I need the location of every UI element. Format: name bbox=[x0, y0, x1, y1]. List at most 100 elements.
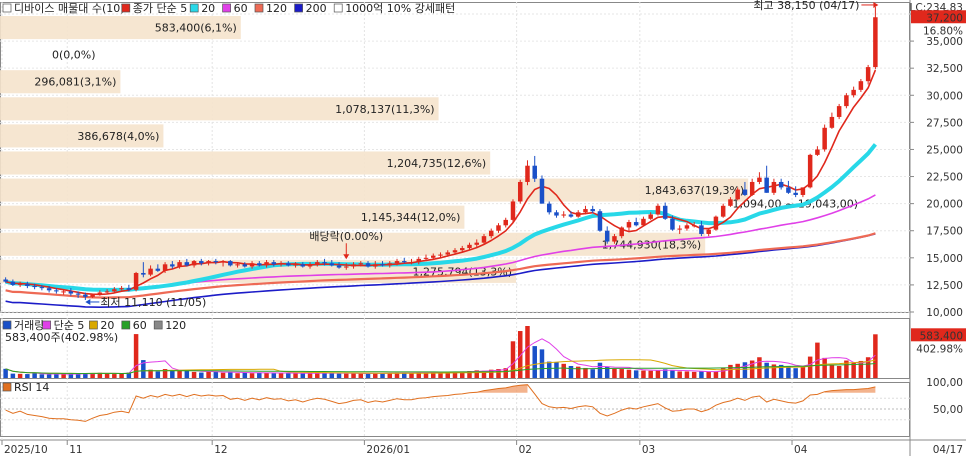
volume-bar[interactable] bbox=[75, 374, 81, 378]
price-legend-swatch[interactable] bbox=[254, 3, 264, 13]
candle-body[interactable] bbox=[807, 154, 813, 188]
candle-body[interactable] bbox=[3, 279, 8, 282]
candle-body[interactable] bbox=[249, 263, 255, 267]
candle-body[interactable] bbox=[510, 201, 516, 220]
candle-body[interactable] bbox=[191, 261, 197, 266]
candle-body[interactable] bbox=[786, 187, 791, 193]
volume-bar[interactable] bbox=[612, 368, 617, 378]
volume-bar[interactable] bbox=[713, 371, 719, 378]
volume-legend-swatch[interactable] bbox=[2, 320, 12, 330]
volume-bar[interactable] bbox=[670, 370, 675, 378]
volume-bar[interactable] bbox=[510, 341, 516, 378]
candle-body[interactable] bbox=[315, 262, 320, 265]
candle-body[interactable] bbox=[387, 263, 393, 266]
candle-body[interactable] bbox=[336, 265, 342, 268]
candle-body[interactable] bbox=[619, 227, 624, 237]
candle-body[interactable] bbox=[90, 294, 95, 297]
volume-bar[interactable] bbox=[112, 374, 117, 378]
candle-body[interactable] bbox=[257, 263, 262, 266]
candle-body[interactable] bbox=[546, 203, 552, 213]
candle-body[interactable] bbox=[749, 181, 755, 195]
price-legend-swatch[interactable] bbox=[121, 3, 131, 13]
volume-bar[interactable] bbox=[220, 372, 226, 378]
volume-bar[interactable] bbox=[728, 364, 733, 378]
candle-body[interactable] bbox=[670, 218, 675, 230]
volume-legend-swatch[interactable] bbox=[42, 320, 51, 330]
candle-body[interactable] bbox=[25, 283, 30, 286]
candle-body[interactable] bbox=[264, 262, 269, 266]
candle-body[interactable] bbox=[452, 250, 458, 253]
candle-body[interactable] bbox=[517, 181, 523, 202]
volume-bar[interactable] bbox=[764, 362, 769, 378]
candle-body[interactable] bbox=[648, 214, 653, 219]
candle-body[interactable] bbox=[75, 293, 81, 295]
volume-bar[interactable] bbox=[206, 371, 211, 378]
volume-bar[interactable] bbox=[590, 369, 595, 378]
candle-body[interactable] bbox=[431, 255, 436, 258]
candle-body[interactable] bbox=[184, 262, 190, 266]
candle-body[interactable] bbox=[162, 264, 168, 271]
volume-bar[interactable] bbox=[822, 357, 827, 378]
volume-bar[interactable] bbox=[3, 368, 8, 378]
candle-body[interactable] bbox=[554, 212, 559, 216]
volume-bar[interactable] bbox=[242, 372, 248, 378]
candle-body[interactable] bbox=[351, 264, 356, 267]
candle-body[interactable] bbox=[525, 165, 530, 182]
volume-bar[interactable] bbox=[641, 370, 646, 378]
volume-bar[interactable] bbox=[402, 372, 407, 378]
candle-body[interactable] bbox=[46, 288, 52, 291]
volume-bar[interactable] bbox=[170, 370, 175, 378]
candle-body[interactable] bbox=[561, 214, 566, 216]
candle-body[interactable] bbox=[141, 272, 146, 275]
price-legend-swatch[interactable] bbox=[189, 3, 199, 13]
candle-body[interactable] bbox=[829, 116, 835, 128]
volume-bar[interactable] bbox=[228, 372, 233, 378]
volume-bar[interactable] bbox=[307, 372, 313, 378]
volume-bar[interactable] bbox=[249, 373, 255, 378]
candle-body[interactable] bbox=[699, 225, 704, 234]
candle-body[interactable] bbox=[83, 294, 88, 297]
volume-bar[interactable] bbox=[17, 373, 23, 378]
volume-bar[interactable] bbox=[365, 373, 371, 378]
volume-legend-swatch[interactable] bbox=[89, 320, 98, 330]
candle-body[interactable] bbox=[771, 181, 777, 193]
candle-body[interactable] bbox=[271, 262, 277, 265]
candle-body[interactable] bbox=[394, 261, 400, 264]
volume-bar[interactable] bbox=[213, 371, 219, 378]
candle-body[interactable] bbox=[815, 149, 820, 155]
candle-body[interactable] bbox=[112, 289, 117, 292]
candle-body[interactable] bbox=[655, 205, 661, 215]
candle-body[interactable] bbox=[170, 264, 175, 267]
volume-bar[interactable] bbox=[25, 374, 30, 378]
candle-body[interactable] bbox=[503, 219, 508, 226]
volume-bar[interactable] bbox=[336, 373, 342, 378]
candle-body[interactable] bbox=[155, 268, 161, 271]
volume-bar[interactable] bbox=[793, 368, 798, 378]
volume-bar[interactable] bbox=[655, 370, 661, 378]
candle-body[interactable] bbox=[10, 281, 16, 285]
candle-body[interactable] bbox=[706, 229, 711, 234]
volume-bar[interactable] bbox=[315, 373, 320, 378]
volume-bar[interactable] bbox=[836, 365, 842, 378]
volume-bar[interactable] bbox=[561, 363, 566, 378]
volume-bar[interactable] bbox=[829, 364, 835, 378]
volume-bar[interactable] bbox=[684, 371, 690, 378]
candle-body[interactable] bbox=[873, 17, 878, 68]
volume-bar[interactable] bbox=[619, 369, 624, 378]
candle-body[interactable] bbox=[836, 106, 842, 117]
candle-body[interactable] bbox=[133, 272, 139, 290]
volume-bar[interactable] bbox=[39, 374, 45, 378]
candle-body[interactable] bbox=[322, 262, 327, 264]
candle-body[interactable] bbox=[17, 283, 23, 285]
candle-body[interactable] bbox=[460, 248, 465, 251]
volume-bar[interactable] bbox=[742, 362, 748, 378]
volume-bar[interactable] bbox=[735, 363, 740, 378]
volume-bar[interactable] bbox=[525, 326, 530, 378]
candle-body[interactable] bbox=[358, 263, 364, 265]
volume-bar[interactable] bbox=[264, 372, 269, 378]
volume-bar[interactable] bbox=[293, 373, 298, 378]
candle-body[interactable] bbox=[54, 290, 59, 292]
candle-body[interactable] bbox=[104, 291, 110, 293]
volume-bar[interactable] bbox=[409, 373, 414, 378]
candle-body[interactable] bbox=[583, 209, 588, 213]
